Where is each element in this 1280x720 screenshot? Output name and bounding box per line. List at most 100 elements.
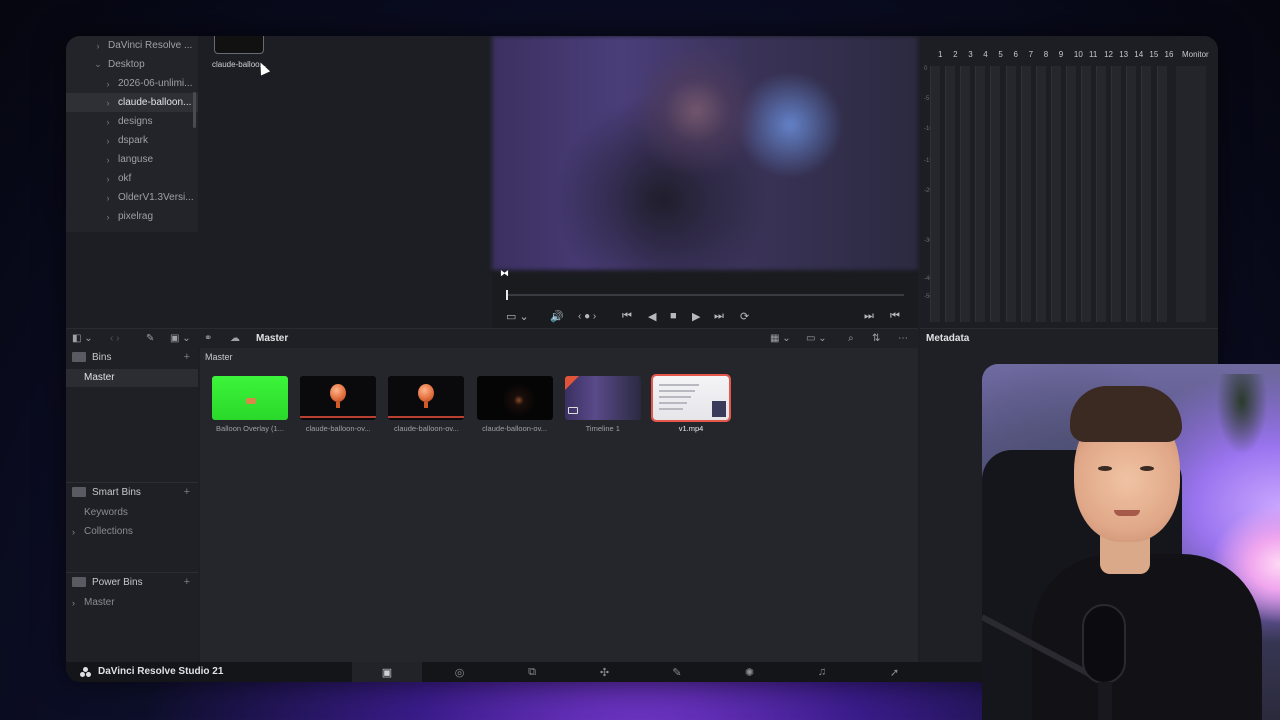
clip-thumbnail[interactable]: [300, 376, 377, 420]
meter-channel-bar: [990, 66, 1001, 322]
mark-in-button[interactable]: ⏭: [864, 310, 874, 323]
tree-item-label: claude-balloon...: [118, 97, 192, 108]
tree-item[interactable]: › claude-balloon...: [66, 93, 198, 112]
microphone: [1082, 604, 1126, 684]
more-options-icon[interactable]: ⋯: [898, 333, 908, 344]
volume-icon[interactable]: 🔊: [550, 310, 564, 323]
sort-icon[interactable]: ⇅: [872, 333, 880, 344]
meter-channel-label: 6: [1013, 50, 1018, 59]
media-clip[interactable]: Balloon Overlay (1...: [212, 376, 288, 433]
tree-item[interactable]: › dspark: [66, 131, 198, 150]
clip-thumbnail[interactable]: [476, 376, 553, 420]
next-clip-button[interactable]: ⏭: [714, 310, 724, 323]
bins-header[interactable]: Bins +: [66, 348, 198, 366]
tree-item-label: designs: [118, 116, 153, 127]
nav-arrows-icon[interactable]: ‹ ›: [110, 333, 119, 344]
add-bin-button[interactable]: +: [184, 351, 190, 363]
jog-control[interactable]: ‹ ● ›: [578, 311, 596, 322]
import-icon[interactable]: ▣ ⌄: [170, 333, 191, 344]
link-icon[interactable]: ⚭: [204, 333, 212, 344]
tree-item[interactable]: › okf: [66, 169, 198, 188]
chevron-icon[interactable]: ›: [102, 117, 114, 127]
tree-item-label: languse: [118, 154, 154, 165]
db-scale-label: -5: [924, 96, 930, 102]
media-clip[interactable]: claude-balloon-ov...: [476, 376, 553, 433]
page-fairlight-effects-icon[interactable]: ✺: [715, 662, 785, 682]
chevron-icon[interactable]: ›: [102, 79, 114, 89]
media-pool-toolbar: ◧ ⌄ ‹ › ✎ ▣ ⌄ ⚭ ☁ Master ▦ ⌄ ▭ ⌄ ⌕ ⇅ ⋯: [66, 328, 918, 348]
tree-item[interactable]: › OlderV1.3Versi...: [66, 188, 198, 207]
chevron-right-icon: ›: [72, 598, 75, 608]
monitor-label: Monitor: [1182, 50, 1209, 59]
loop-button[interactable]: ⟳: [740, 310, 749, 323]
meter-channel-label: 1: [938, 50, 943, 59]
page-media-icon[interactable]: ▣: [352, 662, 422, 682]
chevron-icon[interactable]: ›: [102, 98, 114, 108]
scrubber-track[interactable]: [506, 294, 904, 296]
add-smart-bin-button[interactable]: +: [184, 486, 190, 498]
brand-label: DaVinci Resolve Studio 21: [98, 666, 224, 677]
tree-item[interactable]: › DaVinci Resolve ...: [66, 36, 198, 55]
tree-item-label: 2026-06-unlimi...: [118, 78, 193, 89]
prev-clip-button[interactable]: ⏮: [622, 310, 632, 323]
step-back-button[interactable]: ◀: [648, 310, 656, 323]
viewer-marker-icon[interactable]: ⧓: [500, 268, 509, 279]
page-cut-icon[interactable]: ◎: [425, 662, 495, 682]
page-deliver-icon[interactable]: ➚: [860, 662, 930, 682]
power-bin-master[interactable]: › Master: [66, 594, 198, 612]
chevron-icon[interactable]: ›: [102, 193, 114, 203]
playhead[interactable]: [506, 290, 508, 300]
stop-button[interactable]: ■: [670, 310, 677, 322]
bins-label: Bins: [92, 351, 112, 363]
chevron-icon[interactable]: ⌄: [92, 59, 104, 70]
meter-channel-label: 5: [998, 50, 1003, 59]
media-clip[interactable]: Timeline 1: [564, 376, 641, 433]
media-clip[interactable]: claude-balloon-ov...: [388, 376, 465, 433]
media-clip[interactable]: v1.mp4: [651, 374, 731, 433]
search-icon[interactable]: ⌕: [848, 333, 854, 344]
chevron-icon[interactable]: ›: [92, 41, 104, 51]
thumbnail-view-icon[interactable]: ▦ ⌄: [770, 333, 791, 344]
clip-size-icon[interactable]: ▭ ⌄: [806, 333, 827, 344]
tree-item[interactable]: › pixelrag: [66, 207, 198, 226]
sidebar-toggle-icon[interactable]: ◧ ⌄: [72, 333, 93, 344]
play-button[interactable]: ▶: [692, 310, 700, 323]
chevron-icon[interactable]: ›: [102, 174, 114, 184]
tree-item[interactable]: › languse: [66, 150, 198, 169]
meter-channel-bar: [1020, 66, 1031, 322]
bins-sidebar: Bins + Master Smart Bins + Keywords › Co…: [66, 348, 198, 662]
tree-item[interactable]: › 2026-06-unlimi...: [66, 74, 198, 93]
page-fusion-icon[interactable]: ✣: [570, 662, 640, 682]
page-fairlight-icon[interactable]: ♫: [787, 662, 857, 682]
clip-thumbnail[interactable]: [212, 376, 288, 420]
edit-icon[interactable]: ✎: [146, 333, 154, 344]
tree-scrollbar[interactable]: [193, 92, 196, 128]
clip-thumbnail[interactable]: [388, 376, 465, 420]
page-edit-icon[interactable]: ⧉: [497, 662, 567, 682]
media-clip[interactable]: claude-balloon-ov...: [300, 376, 377, 433]
chevron-icon[interactable]: ›: [102, 155, 114, 165]
tree-item-label: Desktop: [108, 59, 145, 70]
smart-bin-collections[interactable]: › Collections: [66, 523, 198, 541]
media-pool: Master Balloon Overlay (1... claude-ballo…: [200, 348, 918, 662]
meter-channel-bar: [1111, 66, 1122, 322]
mark-out-button[interactable]: ⏮: [890, 310, 900, 323]
page-color-icon[interactable]: ✎: [642, 662, 712, 682]
tree-item[interactable]: › designs: [66, 112, 198, 131]
smart-bin-keywords[interactable]: Keywords: [66, 504, 198, 522]
smart-bins-header[interactable]: Smart Bins +: [66, 483, 198, 501]
chevron-icon[interactable]: ›: [102, 136, 114, 146]
clip-thumbnail[interactable]: [651, 374, 731, 422]
meter-channel-label: 8: [1043, 50, 1049, 59]
viewer-mode-icon[interactable]: ▭ ⌄: [506, 310, 529, 323]
file-thumbnail[interactable]: [214, 36, 264, 54]
chevron-icon[interactable]: ›: [102, 212, 114, 222]
tree-item-label: OlderV1.3Versi...: [118, 192, 194, 203]
power-bins-header[interactable]: Power Bins +: [66, 573, 198, 591]
breadcrumb[interactable]: Master: [205, 352, 233, 362]
bin-master[interactable]: Master: [66, 369, 198, 387]
cloud-icon[interactable]: ☁: [230, 333, 240, 344]
tree-item[interactable]: ⌄ Desktop: [66, 55, 198, 74]
add-power-bin-button[interactable]: +: [184, 576, 190, 588]
clip-thumbnail[interactable]: [564, 376, 641, 420]
